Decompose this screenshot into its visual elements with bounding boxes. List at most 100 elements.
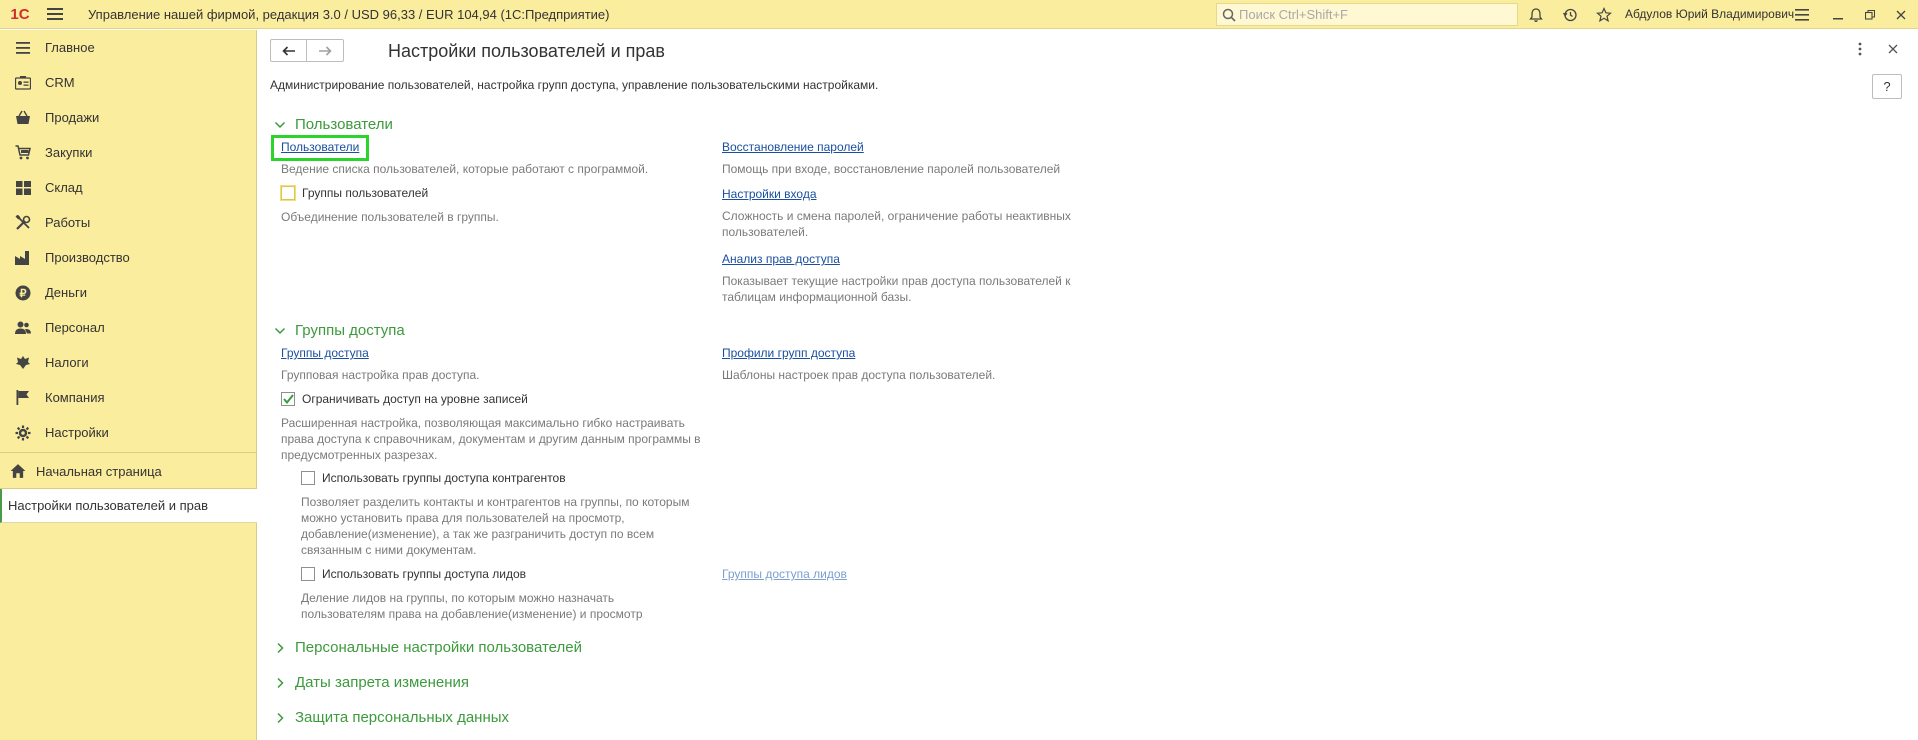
- sidebar-item-purchases[interactable]: Закупки: [0, 135, 256, 170]
- login-settings-link[interactable]: Настройки входа: [722, 187, 817, 201]
- sidebar-item-staff[interactable]: Персонал: [0, 310, 256, 345]
- group-personal-settings-header[interactable]: Персональные настройки пользователей: [274, 639, 582, 656]
- sidebar-item-label: CRM: [45, 75, 75, 90]
- sidebar-item-label: Склад: [45, 180, 83, 195]
- home-page-label: Начальная страница: [36, 463, 162, 479]
- sidebar: Главное CRM Продажи Закупки Склад Работы…: [0, 30, 257, 740]
- sidebar-item-taxes[interactable]: Налоги: [0, 345, 256, 380]
- sidebar-item-crm[interactable]: CRM: [0, 65, 256, 100]
- close-form-icon[interactable]: [1888, 42, 1898, 57]
- users-link[interactable]: Пользователи: [281, 140, 359, 154]
- contractor-groups-checkbox[interactable]: Использовать группы доступа контрагентов: [301, 471, 566, 485]
- main-content: Настройки пользователей и прав Администр…: [258, 30, 1918, 740]
- sidebar-item-production[interactable]: Производство: [0, 240, 256, 275]
- checkbox-box[interactable]: [281, 392, 295, 406]
- sidebar-item-settings[interactable]: Настройки: [0, 415, 256, 450]
- tools-icon: [14, 214, 32, 232]
- chevron-down-icon: [274, 327, 286, 334]
- factory-icon: [14, 249, 32, 267]
- cart-icon: [14, 144, 32, 162]
- back-button[interactable]: [271, 40, 307, 61]
- group-users-header[interactable]: Пользователи: [274, 116, 393, 133]
- sidebar-item-warehouse[interactable]: Склад: [0, 170, 256, 205]
- sidebar-item-main[interactable]: Главное: [0, 30, 256, 65]
- svg-text:₽: ₽: [20, 288, 27, 300]
- history-icon[interactable]: [1560, 5, 1580, 25]
- checkbox-label: Группы пользователей: [302, 186, 429, 200]
- access-groups-link[interactable]: Группы доступа: [281, 346, 369, 360]
- home-icon: [10, 464, 26, 478]
- checkmark-icon: [282, 394, 294, 404]
- basket-icon: [14, 109, 32, 127]
- group-lock-dates-header[interactable]: Даты запрета изменения: [274, 674, 469, 691]
- settings-menu-icon[interactable]: [1792, 5, 1812, 25]
- restore-icon[interactable]: [1860, 5, 1880, 25]
- group-access-header[interactable]: Группы доступа: [274, 322, 405, 339]
- chevron-right-icon: [277, 642, 284, 653]
- restore-passwords-link[interactable]: Восстановление паролей: [722, 140, 864, 154]
- checkbox-label: Использовать группы доступа лидов: [322, 567, 526, 581]
- crm-card-icon: [14, 74, 32, 92]
- bell-icon[interactable]: [1526, 5, 1546, 25]
- arrow-left-icon: [281, 45, 295, 56]
- page-title: Настройки пользователей и прав: [388, 41, 665, 61]
- access-analysis-link[interactable]: Анализ прав доступа: [722, 252, 840, 266]
- sidebar-item-label: Настройки: [45, 425, 109, 440]
- user-name[interactable]: Абдулов Юрий Владимирович: [1625, 7, 1794, 21]
- forward-button[interactable]: [307, 40, 343, 61]
- sidebar-item-money[interactable]: ₽ Деньги: [0, 275, 256, 310]
- user-groups-checkbox[interactable]: Группы пользователей: [281, 186, 428, 200]
- sidebar-item-label: Компания: [45, 390, 105, 405]
- sidebar-item-label: Закупки: [45, 145, 93, 160]
- access-analysis-hint: Показывает текущие настройки прав доступ…: [722, 274, 1071, 304]
- flag-icon: [14, 389, 32, 407]
- emblem-icon: [14, 354, 32, 372]
- open-window-tab[interactable]: Настройки пользователей и прав: [0, 489, 257, 523]
- checkbox-label: Ограничивать доступ на уровне записей: [302, 392, 528, 406]
- more-actions-icon[interactable]: [1858, 42, 1862, 59]
- sidebar-item-sales[interactable]: Продажи: [0, 100, 256, 135]
- sidebar-item-label: Главное: [45, 40, 95, 55]
- help-button[interactable]: ?: [1872, 74, 1902, 99]
- people-icon: [14, 319, 32, 337]
- group-lock-dates-title: Даты запрета изменения: [295, 674, 470, 691]
- sidebar-home-page[interactable]: Начальная страница: [0, 454, 257, 488]
- group-data-protection-title: Защита персональных данных: [295, 709, 510, 726]
- lead-groups-hint: Деление лидов на группы, по которым можн…: [301, 591, 643, 621]
- sidebar-item-label: Продажи: [45, 110, 100, 125]
- restore-passwords-hint: Помощь при входе, восстановление паролей…: [722, 162, 1061, 176]
- minimize-icon[interactable]: [1828, 5, 1848, 25]
- arrow-right-icon: [319, 45, 332, 56]
- sidebar-item-label: Деньги: [45, 285, 87, 300]
- user-groups-hint: Объединение пользователей в группы.: [281, 210, 499, 224]
- search-placeholder: Поиск Ctrl+Shift+F: [1239, 7, 1348, 22]
- main-menu-icon[interactable]: [40, 0, 70, 29]
- sidebar-item-company[interactable]: Компания: [0, 380, 256, 415]
- sidebar-divider: [0, 452, 257, 453]
- app-logo[interactable]: 1С: [0, 0, 40, 29]
- lead-access-groups-link[interactable]: Группы доступа лидов: [722, 567, 847, 581]
- lead-groups-checkbox[interactable]: Использовать группы доступа лидов: [301, 567, 526, 581]
- sidebar-item-label: Производство: [45, 250, 130, 265]
- sidebar-item-label: Работы: [45, 215, 91, 230]
- search-input[interactable]: Поиск Ctrl+Shift+F: [1216, 3, 1518, 26]
- app-title: Управление нашей фирмой, редакция 3.0 / …: [88, 6, 610, 22]
- menu-lines-icon: [14, 39, 32, 57]
- checkbox-box[interactable]: [301, 567, 315, 581]
- sidebar-item-works[interactable]: Работы: [0, 205, 256, 240]
- group-personal-settings-title: Персональные настройки пользователей: [295, 639, 582, 656]
- checkbox-label: Использовать группы доступа контрагентов: [322, 471, 566, 485]
- checkbox-box[interactable]: [301, 471, 315, 485]
- history-nav: [270, 39, 344, 62]
- warehouse-icon: [14, 179, 32, 197]
- group-data-protection-header[interactable]: Защита персональных данных: [274, 709, 509, 726]
- chevron-down-icon: [274, 121, 286, 128]
- access-profiles-link[interactable]: Профили групп доступа: [722, 346, 855, 360]
- checkbox-box[interactable]: [281, 186, 295, 200]
- group-users-title: Пользователи: [295, 116, 393, 133]
- restrict-records-checkbox[interactable]: Ограничивать доступ на уровне записей: [281, 392, 528, 406]
- close-window-icon[interactable]: [1891, 5, 1911, 25]
- star-icon[interactable]: [1594, 5, 1614, 25]
- login-settings-hint: Сложность и смена паролей, ограничение р…: [722, 209, 1071, 239]
- sidebar-item-label: Налоги: [45, 355, 89, 370]
